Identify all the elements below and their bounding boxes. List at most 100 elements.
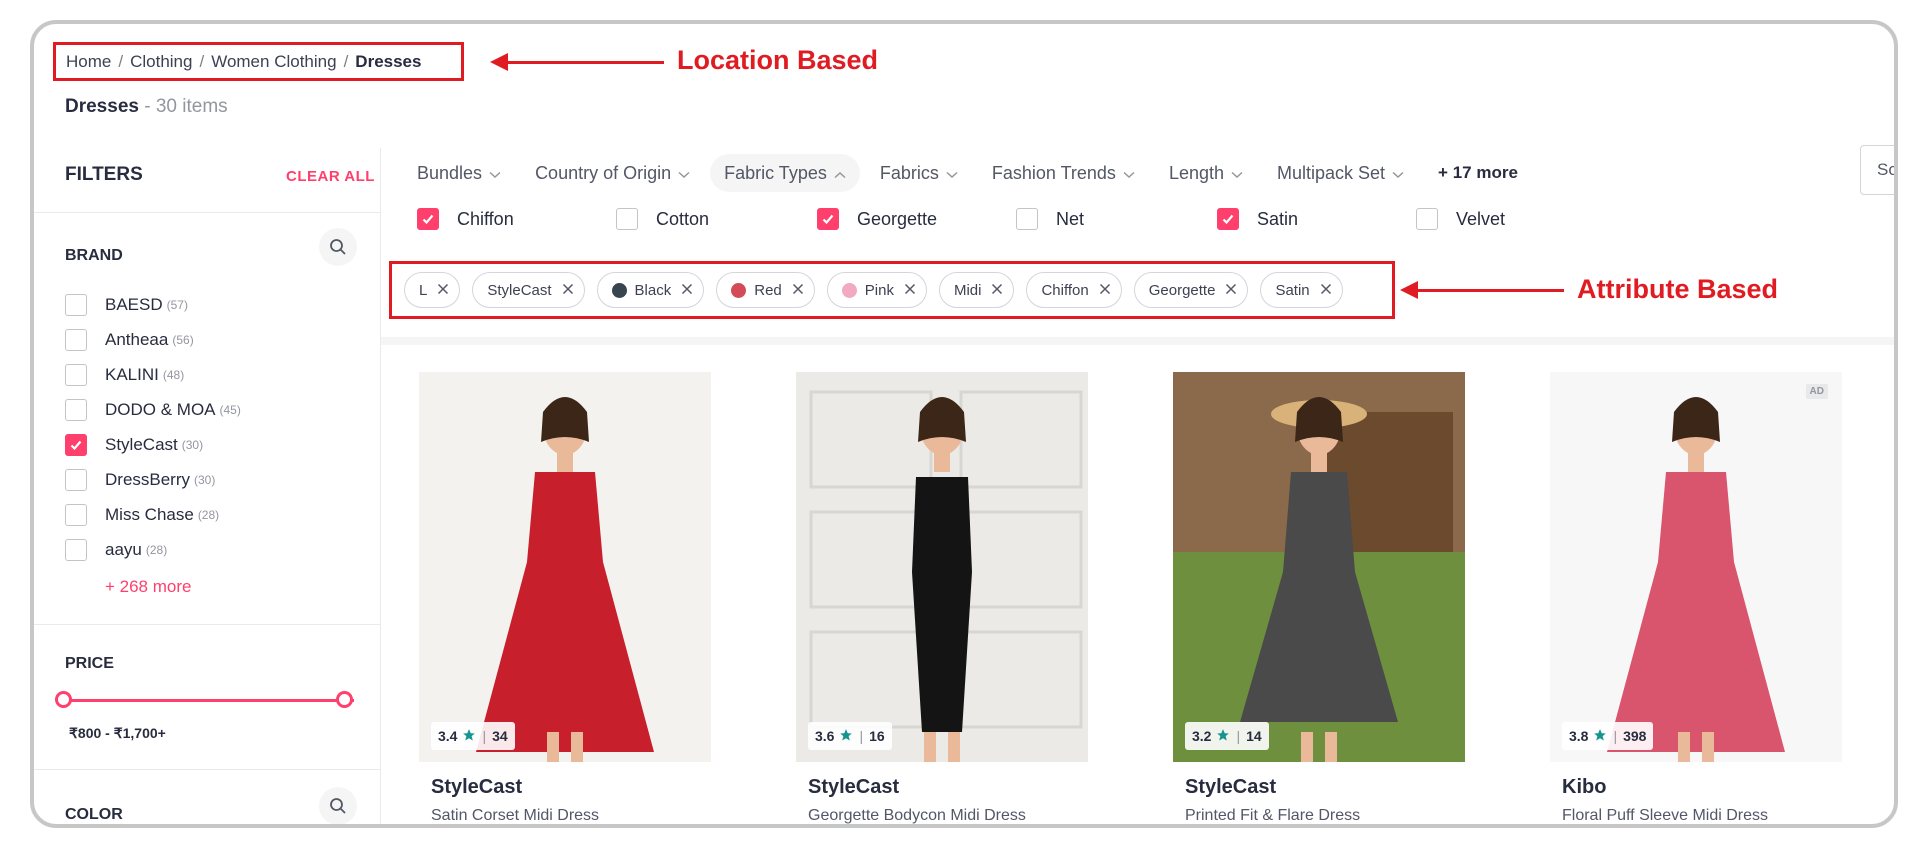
brand-label: DressBerry [105, 469, 191, 489]
product-card[interactable]: 3.2 | 14 StyleCast Printed Fit & Flare Dress [1173, 372, 1465, 824]
product-brand: StyleCast [1185, 776, 1277, 798]
brand-search-button[interactable] [319, 228, 357, 266]
filter-chip[interactable]: Midi [938, 272, 1015, 308]
fabric-option[interactable]: Chiffon [417, 208, 514, 230]
filter-chip[interactable]: Chiffon [1026, 272, 1122, 308]
search-icon [330, 798, 346, 814]
filter-chip[interactable]: Satin [1260, 272, 1343, 308]
product-name: Georgette Bodycon Midi Dress [808, 807, 1026, 824]
fabric-checkbox[interactable] [1217, 208, 1239, 230]
brand-checkbox[interactable] [65, 363, 87, 386]
brand-option[interactable]: KALINI (48) [65, 357, 241, 392]
filter-dropdown[interactable]: Multipack Set [1277, 154, 1404, 192]
rating-divider: | [1236, 728, 1241, 744]
filter-dropdown-label: Country of Origin [535, 162, 672, 183]
fabric-option[interactable]: Cotton [616, 208, 709, 230]
brand-option[interactable]: DODO & MOA (45) [65, 392, 241, 427]
breadcrumb-home[interactable]: Home [66, 52, 111, 72]
product-brand: StyleCast [808, 776, 900, 798]
chevron-down-icon [1392, 163, 1404, 184]
filter-chip[interactable]: L [404, 272, 461, 308]
fabric-option[interactable]: Net [1016, 208, 1084, 230]
brand-checkbox[interactable] [65, 538, 87, 561]
product-card[interactable]: 3.4 | 34 StyleCast Satin Corset Midi Dress [419, 372, 711, 824]
breadcrumb-separator: / [343, 51, 349, 71]
filter-dropdown[interactable]: Country of Origin [535, 154, 690, 192]
close-icon[interactable] [1099, 282, 1111, 299]
close-icon[interactable] [792, 282, 804, 299]
close-icon[interactable] [562, 282, 574, 299]
fabric-checkbox[interactable] [417, 208, 439, 230]
rating-value: 3.6 [815, 728, 835, 744]
filter-dropdown[interactable]: Fashion Trends [992, 154, 1135, 192]
product-name: Satin Corset Midi Dress [431, 807, 600, 824]
sort-dropdown[interactable]: So [1860, 145, 1894, 195]
location-arrow [490, 53, 664, 71]
product-image[interactable]: 3.4 | 34 [419, 372, 711, 762]
fabric-checkbox[interactable] [817, 208, 839, 230]
brand-checkbox[interactable] [65, 398, 87, 421]
filter-bar: Bundles Country of Origin Fabric Types Fabr… [417, 154, 1518, 192]
more-filters-button[interactable]: + 17 more [1438, 163, 1518, 183]
price-slider-min-handle[interactable] [55, 691, 72, 708]
chevron-down-icon [946, 163, 958, 184]
page-title-count: - 30 items [138, 96, 228, 117]
close-icon[interactable] [904, 282, 916, 299]
filter-dropdown[interactable]: Bundles [417, 154, 501, 192]
rating-count: 16 [869, 728, 885, 744]
product-card[interactable]: 3.6 | 16 StyleCast Georgette Bodycon Midi Dr… [796, 372, 1088, 824]
filter-dropdown[interactable]: Length [1169, 154, 1243, 192]
fabric-checkbox[interactable] [616, 208, 638, 230]
close-icon[interactable] [1225, 282, 1237, 299]
brand-more-link[interactable]: + 268 more [105, 577, 191, 597]
fabric-option[interactable]: Georgette [817, 208, 937, 230]
brand-checkbox[interactable] [65, 433, 87, 456]
fabric-checkbox[interactable] [1416, 208, 1438, 230]
brand-option[interactable]: DressBerry (30) [65, 462, 241, 497]
brand-checkbox[interactable] [65, 503, 87, 526]
close-icon[interactable] [1320, 282, 1332, 299]
brand-option[interactable]: StyleCast (30) [65, 427, 241, 462]
price-slider-max-handle[interactable] [336, 691, 353, 708]
fabric-option[interactable]: Satin [1217, 208, 1298, 230]
close-icon[interactable] [991, 282, 1003, 299]
rating-badge: 3.2 | 14 [1185, 722, 1269, 750]
filter-chip[interactable]: Red [716, 272, 815, 308]
clear-all-button[interactable]: CLEAR ALL [286, 168, 375, 185]
rating-badge: 3.6 | 16 [808, 722, 892, 750]
filter-dropdown[interactable]: Fabric Types [710, 154, 860, 192]
fabric-checkbox[interactable] [1016, 208, 1038, 230]
fabric-option[interactable]: Velvet [1416, 208, 1505, 230]
product-image[interactable]: 3.2 | 14 [1173, 372, 1465, 762]
brand-checkbox[interactable] [65, 328, 87, 351]
color-search-button[interactable] [319, 787, 357, 824]
brand-option[interactable]: Miss Chase (28) [65, 497, 241, 532]
location-callout: Location Based [677, 45, 879, 75]
product-card[interactable]: 3.8 | 398 AD Kibo Floral Puff Sleeve Midi Dre… [1550, 372, 1842, 824]
breadcrumb-women-clothing[interactable]: Women Clothing [211, 52, 336, 72]
filter-chip-label: Black [634, 281, 672, 299]
close-icon[interactable] [437, 282, 449, 299]
app-frame: Home / Clothing / Women Clothing / Dress… [30, 20, 1898, 828]
rating-badge: 3.4 | 34 [431, 722, 515, 750]
check-icon [822, 214, 834, 225]
product-image[interactable]: 3.8 | 398 AD [1550, 372, 1842, 762]
price-slider-track[interactable] [64, 699, 354, 702]
brand-checkbox[interactable] [65, 293, 87, 316]
check-icon [422, 214, 434, 225]
product-image[interactable]: 3.6 | 16 [796, 372, 1088, 762]
breadcrumb-clothing[interactable]: Clothing [130, 52, 192, 72]
brand-option[interactable]: aayu (28) [65, 532, 241, 567]
filter-chip[interactable]: Black [596, 272, 705, 308]
filter-chip[interactable]: Pink [826, 272, 927, 308]
product-name: Floral Puff Sleeve Midi Dress [1562, 807, 1768, 824]
filter-chip[interactable]: Georgette [1133, 272, 1249, 308]
brand-checkbox[interactable] [65, 468, 87, 491]
filter-dropdown[interactable]: Fabrics [880, 154, 958, 192]
brand-option[interactable]: BAESD (57) [65, 287, 241, 322]
filter-dropdown-label: Fabrics [879, 162, 939, 183]
brand-option[interactable]: Antheaa (56) [65, 322, 241, 357]
filter-chip[interactable]: StyleCast [472, 272, 585, 308]
filter-dropdown-label: Bundles [417, 162, 483, 183]
close-icon[interactable] [681, 282, 693, 299]
